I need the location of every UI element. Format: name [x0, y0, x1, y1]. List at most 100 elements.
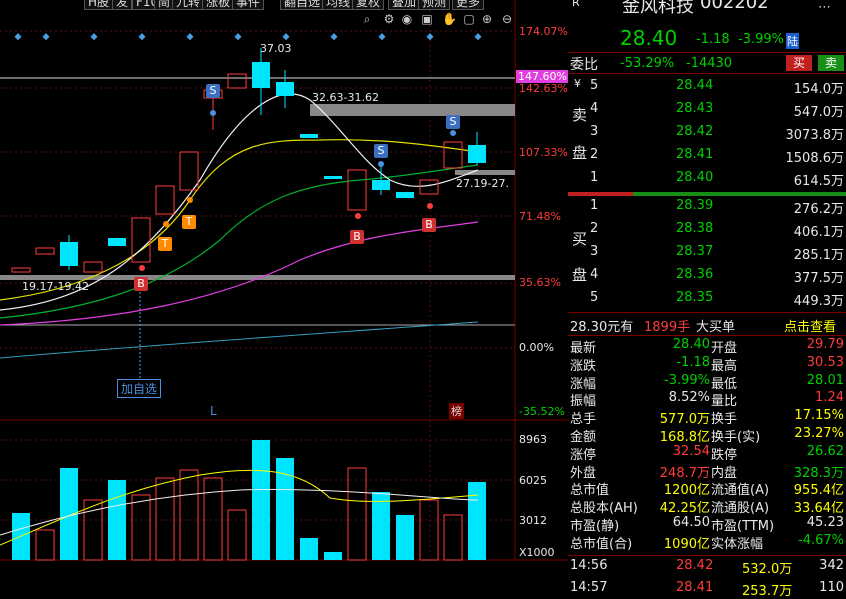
stock-code: 002202 — [700, 0, 769, 13]
toolbar-fa[interactable]: 发 — [112, 0, 133, 10]
stat-label: 换手 — [711, 412, 738, 428]
axis-label-5: 35.63% — [519, 276, 561, 289]
stat-value: 64.50 — [672, 515, 710, 530]
signal-sell[interactable]: S — [374, 144, 388, 158]
toolbar-h-share[interactable]: H股 — [84, 0, 114, 10]
hand-icon[interactable]: ✋ — [442, 12, 457, 26]
bid-price[interactable]: 28.39 — [676, 198, 713, 213]
bid-price[interactable]: 28.37 — [676, 244, 713, 259]
volume-axis-3: 3012 — [519, 514, 547, 527]
toolbar-jiuzhuan[interactable]: 九转 — [172, 0, 205, 10]
stat-label: 最新 — [570, 341, 597, 356]
signal-sell[interactable]: S — [446, 115, 460, 129]
zoom-in-icon[interactable]: ⊕ — [480, 12, 494, 26]
axis-label-6: 0.00% — [519, 341, 554, 354]
axis-label-3: 107.33% — [519, 146, 568, 159]
ask-price[interactable]: 28.41 — [676, 147, 713, 162]
ask-volume: 154.0万 — [793, 82, 844, 97]
stat-value: 1200亿 — [663, 483, 710, 499]
stat-value: 1.24 — [815, 390, 844, 406]
bid-volume: 377.5万 — [793, 271, 844, 286]
sell-side-label: 卖 — [572, 106, 588, 124]
bigorder-hands: 1899手 — [644, 320, 691, 335]
rank-badge[interactable]: 榜 — [449, 403, 464, 419]
ask-level: 5 — [590, 78, 599, 93]
stat-value: 23.27% — [794, 426, 844, 441]
ask-level: 1 — [590, 170, 599, 185]
toolbar-more[interactable]: 更多 — [452, 0, 485, 10]
buy-side-label: 盘 — [572, 266, 588, 284]
signal-buy[interactable]: B — [422, 218, 436, 232]
signal-buy[interactable]: B — [350, 230, 364, 244]
bid-volume: 406.1万 — [793, 225, 844, 240]
toolbar-fuquan[interactable]: 复权 — [352, 0, 385, 10]
signal-buy[interactable]: B — [134, 277, 148, 291]
toolbar-jian[interactable]: 简 — [154, 0, 175, 10]
kline-chart[interactable]: H股 发 F10 简 九转 涨板 事件 翻自选 均线 复权 叠加 预测 更多 ⌕… — [0, 0, 569, 588]
bid-price[interactable]: 28.38 — [676, 221, 713, 236]
stat-value: -4.67% — [798, 532, 844, 548]
camera-icon[interactable]: ▢ — [462, 12, 476, 26]
stat-label: 总市值 — [570, 483, 610, 499]
toolbar-ma[interactable]: 均线 — [322, 0, 355, 10]
ask-price[interactable]: 28.40 — [676, 170, 713, 185]
bid-level: 4 — [590, 267, 599, 282]
exchange-badge: 陆 — [786, 33, 799, 49]
stat-value: 28.01 — [806, 372, 844, 388]
sell-side-label: 盘 — [572, 144, 588, 162]
stat-label: 涨幅 — [570, 376, 597, 392]
bid-price[interactable]: 28.36 — [676, 267, 713, 282]
eye-icon[interactable]: ◉ — [400, 12, 414, 26]
price-pct: -3.99% — [738, 32, 784, 47]
add-watch-button[interactable]: 加自选 — [117, 379, 162, 398]
axis-label-2: 142.63% — [519, 82, 568, 95]
ask-level: 2 — [590, 147, 599, 162]
buy-button[interactable]: 买 — [786, 55, 812, 71]
annotation-range-top: 32.63-31.62 — [312, 91, 379, 104]
zoom-out-icon[interactable]: ⊖ — [500, 12, 514, 26]
bid-level: 5 — [590, 290, 599, 305]
tick-volume: 532.0万 — [742, 562, 793, 577]
bigorder-link[interactable]: 点击查看 — [784, 316, 836, 335]
gift-icon[interactable]: ▣ — [420, 12, 434, 26]
kline-svg[interactable] — [0, 0, 568, 588]
signal-t[interactable]: T — [182, 215, 196, 229]
stat-label: 涨跌 — [570, 358, 597, 374]
toolbar-predict[interactable]: 预测 — [418, 0, 451, 10]
bid-level: 1 — [590, 198, 599, 213]
stat-value: 28.40 — [672, 337, 710, 352]
stat-value: 955.4亿 — [793, 483, 844, 499]
stat-value: 1090亿 — [663, 536, 710, 552]
weicha-value: -14430 — [686, 56, 733, 71]
stat-label: 内盘 — [711, 465, 738, 481]
annotation-high: 37.03 — [260, 42, 292, 55]
ask-price[interactable]: 28.42 — [676, 124, 713, 139]
toolbar-event[interactable]: 事件 — [232, 0, 265, 10]
tick-price: 28.42 — [676, 558, 714, 573]
weibi-value: -53.29% — [620, 56, 675, 71]
last-price: 28.40 — [620, 26, 678, 50]
stat-value: 8.52% — [668, 390, 710, 406]
ask-volume: 614.5万 — [793, 174, 844, 189]
search-icon[interactable]: ⌕ — [360, 12, 374, 26]
sell-button[interactable]: 卖 — [818, 55, 844, 71]
toolbar-zhangban[interactable]: 涨板 — [202, 0, 235, 10]
ask-price[interactable]: 28.43 — [676, 101, 713, 116]
stat-value: 45.23 — [806, 515, 844, 530]
settings-icon[interactable]: ⚙ — [382, 12, 396, 26]
market-tag: R — [572, 0, 580, 9]
bid-volume: 285.1万 — [793, 248, 844, 263]
more-icon[interactable]: ⋯ — [818, 0, 831, 15]
toolbar-overlay[interactable]: 叠加 — [388, 0, 421, 10]
stat-label: 市盈(静) — [570, 519, 620, 534]
toolbar-watchlist[interactable]: 翻自选 — [280, 0, 325, 10]
signal-sell[interactable]: S — [206, 84, 220, 98]
bid-level: 3 — [590, 244, 599, 259]
stat-label: 总市值(合) — [570, 536, 633, 552]
weibi-label: 委比 — [570, 57, 598, 73]
stat-value: 168.8亿 — [659, 430, 710, 445]
stat-label: 总股本(AH) — [570, 501, 638, 517]
signal-t[interactable]: T — [158, 237, 172, 251]
bid-price[interactable]: 28.35 — [676, 290, 713, 305]
ask-price[interactable]: 28.44 — [676, 78, 713, 93]
